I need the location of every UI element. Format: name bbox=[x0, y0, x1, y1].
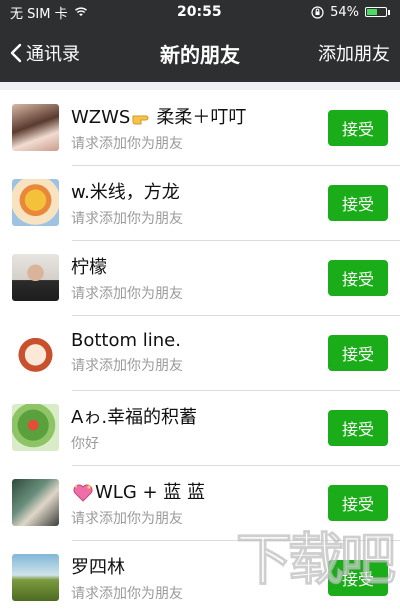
request-message: 请求添加你为朋友 bbox=[71, 358, 183, 374]
carrier-label: 无 SIM 卡 bbox=[10, 6, 68, 22]
contact-name: Bottom line. bbox=[71, 330, 181, 351]
avatar bbox=[12, 404, 59, 451]
accept-button[interactable]: 接受 bbox=[328, 559, 388, 596]
list-item[interactable]: WLG + 蓝 蓝 请求添加你为朋友 接受 bbox=[0, 465, 400, 540]
contact-name: w.米线，方龙 bbox=[71, 181, 180, 203]
page-title: 新的朋友 bbox=[160, 42, 240, 67]
list-item[interactable]: Aゎ.幸福的积蓄 你好 接受 bbox=[0, 390, 400, 465]
contact-name: WZWS 柔柔＋叮叮 bbox=[71, 106, 247, 128]
list-item[interactable]: 柠檬 请求添加你为朋友 接受 bbox=[0, 240, 400, 315]
add-friend-button[interactable]: 添加朋友 bbox=[318, 40, 390, 66]
request-message: 请求添加你为朋友 bbox=[71, 210, 183, 227]
avatar bbox=[12, 254, 59, 301]
back-button[interactable]: 通讯录 bbox=[10, 40, 80, 66]
request-message: 请求添加你为朋友 bbox=[71, 135, 183, 152]
friend-request-list: WZWS 柔柔＋叮叮 请求添加你为朋友 接受 w.米线，方龙 请求添加你为朋友 接… bbox=[0, 90, 400, 615]
battery-icon bbox=[365, 7, 390, 17]
request-message: 请求添加你为朋友 bbox=[71, 285, 183, 302]
contact-name: 罗四林 bbox=[71, 556, 125, 578]
contact-name: WLG + 蓝 蓝 bbox=[71, 478, 328, 504]
list-item[interactable]: WZWS 柔柔＋叮叮 请求添加你为朋友 接受 bbox=[0, 90, 400, 165]
accept-button[interactable]: 接受 bbox=[328, 484, 388, 521]
list-item[interactable]: 罗四林 请求添加你为朋友 接受 bbox=[0, 540, 400, 615]
battery-percent: 54% bbox=[330, 4, 359, 20]
chevron-left-icon bbox=[10, 43, 22, 63]
request-message: 请求添加你为朋友 bbox=[71, 510, 183, 527]
avatar bbox=[12, 554, 59, 601]
sparkling-heart-icon bbox=[73, 484, 93, 502]
wifi-icon bbox=[74, 7, 87, 17]
accept-button[interactable]: 接受 bbox=[328, 409, 388, 446]
list-item[interactable]: w.米线，方龙 请求添加你为朋友 接受 bbox=[0, 165, 400, 240]
back-label: 通讯录 bbox=[26, 44, 80, 65]
accept-button[interactable]: 接受 bbox=[328, 259, 388, 296]
avatar bbox=[12, 329, 59, 376]
pointing-hand-icon bbox=[132, 115, 149, 124]
avatar bbox=[12, 104, 59, 151]
contact-name: Aゎ.幸福的积蓄 bbox=[71, 406, 198, 428]
avatar bbox=[12, 179, 59, 226]
list-item[interactable]: Bottom line. 请求添加你为朋友 接受 bbox=[0, 315, 400, 390]
nav-bar: 通讯录 新的朋友 添加朋友 bbox=[0, 24, 400, 82]
accept-button[interactable]: 接受 bbox=[328, 109, 388, 146]
clock: 20:55 bbox=[177, 4, 222, 20]
accept-button[interactable]: 接受 bbox=[328, 184, 388, 221]
orientation-lock-icon bbox=[311, 5, 324, 19]
request-message: 你好 bbox=[71, 435, 99, 452]
status-bar: 无 SIM 卡 20:55 54% bbox=[0, 0, 400, 24]
avatar bbox=[12, 479, 59, 526]
accept-button[interactable]: 接受 bbox=[328, 334, 388, 371]
contact-name: 柠檬 bbox=[71, 256, 107, 278]
